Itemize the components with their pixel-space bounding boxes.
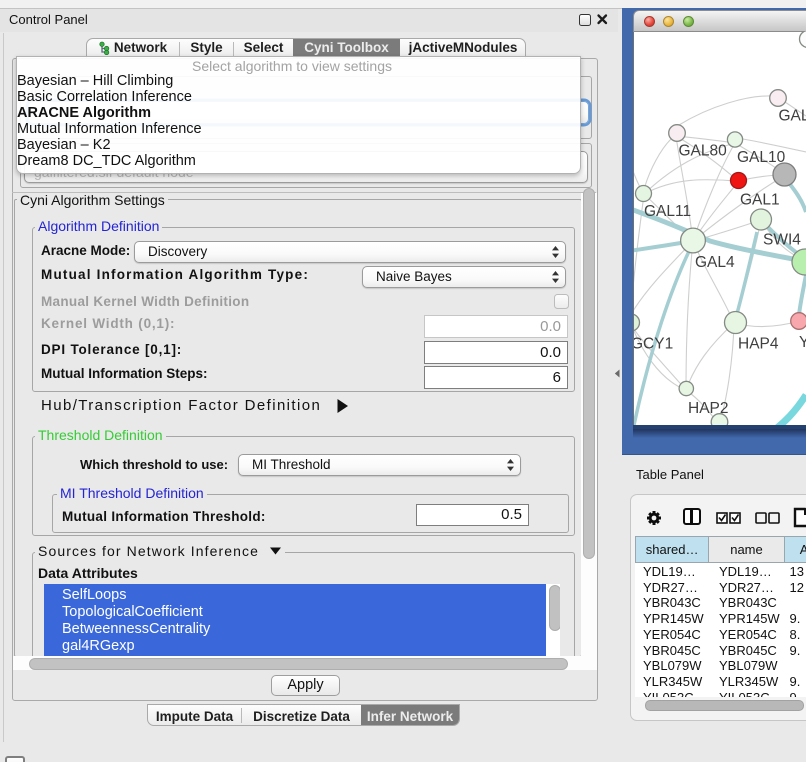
svg-text:GCY1: GCY1 [634,336,673,353]
svg-text:GAL11: GAL11 [644,203,691,220]
svg-text:Y: Y [799,334,806,351]
svg-text:GAL1: GAL1 [740,192,780,209]
svg-text:GAL80: GAL80 [679,143,728,160]
svg-text:GAL10: GAL10 [737,149,786,166]
svg-text:GAL4: GAL4 [695,254,735,271]
svg-text:SWI4: SWI4 [763,232,801,249]
svg-text:GAL7: GAL7 [779,108,806,125]
svg-text:HAP4: HAP4 [738,336,779,353]
svg-text:HAP2: HAP2 [688,400,729,417]
